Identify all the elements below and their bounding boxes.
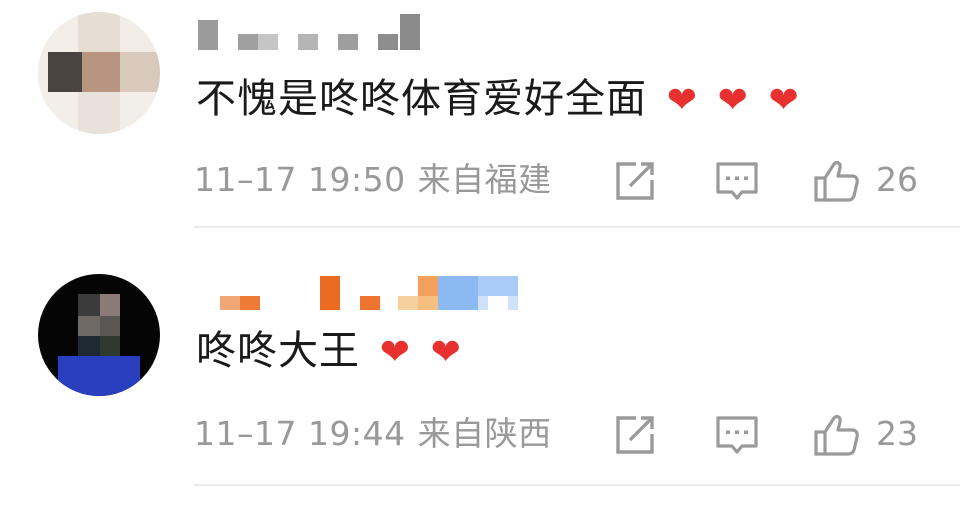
share-icon[interactable] <box>610 410 660 460</box>
comment-time: 11–17 19:44 <box>194 414 406 453</box>
divider <box>194 226 960 228</box>
like-count: 23 <box>876 414 918 453</box>
comment-meta: 11–17 19:50 来自福建 <box>194 160 552 200</box>
avatar[interactable] <box>38 12 160 134</box>
thumbs-up-icon[interactable] <box>812 410 862 460</box>
heart-emoji: ❤ <box>379 332 411 373</box>
share-icon[interactable] <box>610 156 660 206</box>
comment-item: 不愧是咚咚体育爱好全面 ❤ ❤ ❤ 11–17 19:50 来自福建 26 <box>0 0 960 230</box>
like-count: 26 <box>876 160 918 199</box>
reply-icon[interactable] <box>712 410 762 460</box>
heart-emoji: ❤ <box>768 80 800 121</box>
reply-icon[interactable] <box>712 156 762 206</box>
divider <box>194 484 960 486</box>
comment-text: 咚咚大王 ❤ ❤ <box>196 326 462 378</box>
comment-time: 11–17 19:50 <box>194 160 406 199</box>
heart-emoji: ❤ <box>430 332 462 373</box>
comment-location: 来自福建 <box>417 160 552 199</box>
comment-text-body: 不愧是咚咚体育爱好全面 <box>196 76 647 122</box>
heart-emoji: ❤ <box>666 80 698 121</box>
heart-emoji: ❤ <box>717 80 749 121</box>
username-mosaic[interactable] <box>198 14 428 54</box>
comment-text-body: 咚咚大王 <box>196 328 360 374</box>
avatar[interactable] <box>38 274 160 396</box>
thumbs-up-icon[interactable] <box>812 156 862 206</box>
username-mosaic[interactable] <box>212 272 532 312</box>
comment-meta: 11–17 19:44 来自陕西 <box>194 414 552 454</box>
comment-text: 不愧是咚咚体育爱好全面 ❤ ❤ ❤ <box>196 74 800 126</box>
comment-item: 咚咚大王 ❤ ❤ 11–17 19:44 来自陕西 23 <box>0 232 960 506</box>
comment-location: 来自陕西 <box>417 414 552 453</box>
